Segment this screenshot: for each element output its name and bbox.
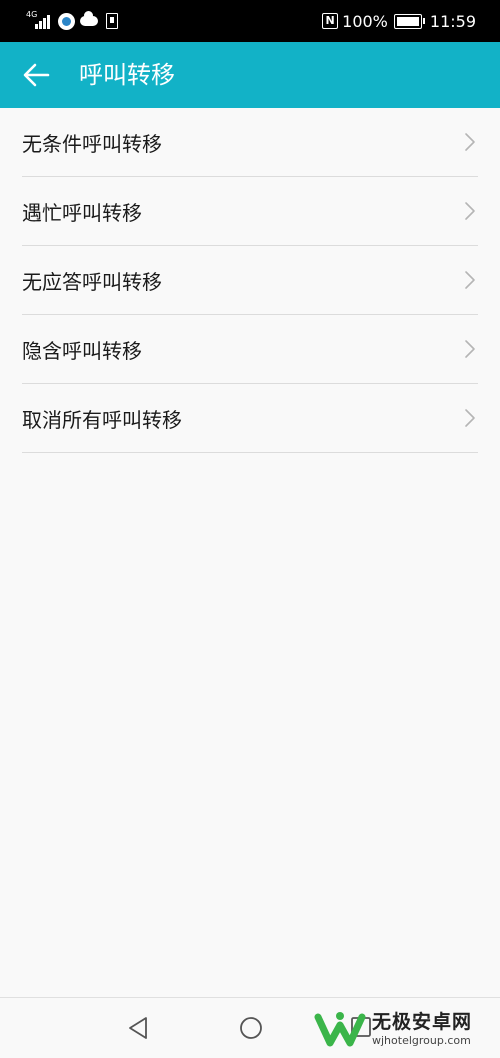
list-item-cancel-all[interactable]: 取消所有呼叫转移 xyxy=(22,384,478,453)
list-item-no-answer[interactable]: 无应答呼叫转移 xyxy=(22,246,478,315)
watermark-logo-icon xyxy=(314,1012,366,1047)
chevron-right-icon xyxy=(465,409,475,427)
signal-icon: 4G xyxy=(26,11,52,31)
arrow-left-icon[interactable] xyxy=(20,59,52,91)
list-item-unconditional[interactable]: 无条件呼叫转移 xyxy=(22,108,478,177)
chevron-right-icon xyxy=(465,340,475,358)
nav-back-icon[interactable] xyxy=(126,1015,152,1041)
list-item-label: 取消所有呼叫转移 xyxy=(22,407,182,432)
status-bar: 4G N 100% 11:59 xyxy=(0,0,500,42)
list-item-label: 遇忙呼叫转移 xyxy=(22,200,142,225)
list-item-busy[interactable]: 遇忙呼叫转移 xyxy=(22,177,478,246)
status-right: N 100% 11:59 xyxy=(322,10,476,32)
sim-icon xyxy=(106,13,118,29)
list-item-label: 无条件呼叫转移 xyxy=(22,131,162,156)
chevron-right-icon xyxy=(465,133,475,151)
battery-icon xyxy=(393,13,425,29)
watermark-text: 无极安卓网 wjhotelgroup.com xyxy=(372,1010,472,1048)
page-title: 呼叫转移 xyxy=(79,61,175,89)
cloud-icon xyxy=(80,11,98,26)
battery-percent: 100% xyxy=(342,11,388,31)
chevron-right-icon xyxy=(465,202,475,220)
status-time: 11:59 xyxy=(429,11,476,31)
list-item-label: 隐含呼叫转移 xyxy=(22,338,142,363)
status-left: 4G xyxy=(26,10,118,32)
app-notification-icon xyxy=(58,12,75,30)
app-bar: 呼叫转移 xyxy=(0,42,500,108)
watermark-url: wjhotelgroup.com xyxy=(372,1034,471,1047)
list-item-hidden[interactable]: 隐含呼叫转移 xyxy=(22,315,478,384)
chevron-right-icon xyxy=(465,271,475,289)
list-item-label: 无应答呼叫转移 xyxy=(22,269,162,294)
watermark: 无极安卓网 wjhotelgroup.com xyxy=(314,1004,494,1054)
watermark-title: 无极安卓网 xyxy=(372,1011,473,1033)
nfc-icon: N xyxy=(322,13,339,29)
network-type: 4G xyxy=(26,10,38,19)
call-forwarding-list: 无条件呼叫转移 遇忙呼叫转移 无应答呼叫转移 隐含呼叫转移 取消所有呼叫转移 xyxy=(0,108,500,453)
nav-home-icon[interactable] xyxy=(238,1015,264,1041)
